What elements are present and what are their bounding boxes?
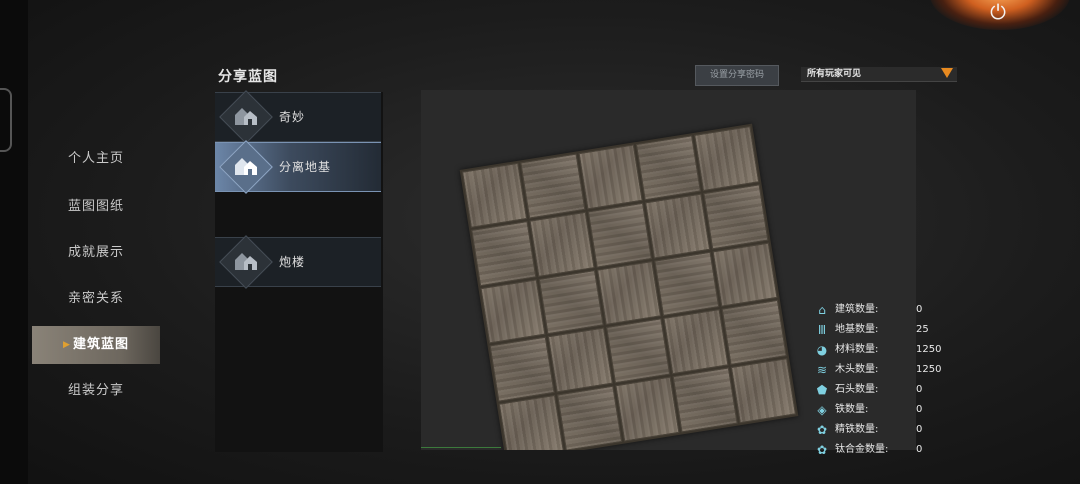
foundation-tile [731,358,797,424]
nav-item-blueprints[interactable]: 蓝图图纸 [32,188,160,226]
stat-label: 石头数量: [835,384,879,395]
power-icon[interactable]: ⏻ [985,0,1011,26]
stat-value: 0 [916,404,923,415]
iron-icon: ◈ [817,403,827,417]
house-icon [235,253,257,270]
foundation-tile [663,309,729,375]
stat-label: 材料数量: [835,344,879,355]
stone-icon: ⬟ [816,383,828,397]
stat-label: 木头数量: [835,364,879,375]
foundation-tile [654,251,720,317]
foundation-tile [578,144,644,210]
foundation-tile [605,318,671,384]
nav-item-building-blueprint[interactable]: 建筑蓝图 [32,326,160,364]
nav-item-relations[interactable]: 亲密关系 [32,280,160,318]
stat-row: ≋ 木头数量: 1250 [815,362,955,378]
stat-row: ◕ 材料数量: 1250 [815,342,955,358]
visibility-value: 所有玩家可见 [807,69,862,79]
stat-row: ✿ 精铁数量: 0 [815,422,955,438]
foundation-tile [645,193,711,259]
titanium-icon: ✿ [816,443,828,457]
building-icon: ⌂ [818,303,826,317]
left-edge-strip [0,0,28,484]
stat-row: ✿ 钛合金数量: 0 [815,442,955,458]
foundation-tile [636,135,702,201]
stat-label: 地基数量: [835,324,879,335]
foundation-tile [489,336,555,402]
set-share-code-button[interactable]: 设置分享密码 [695,65,779,86]
stat-label: 精铁数量: [835,424,879,435]
nav-item-profile[interactable]: 个人主页 [32,140,160,178]
foundation-tile [587,202,653,268]
foundation-tile [529,211,595,277]
stat-value: 0 [916,304,923,315]
blueprint-icon [215,90,277,144]
stat-label: 钛合金数量: [835,444,889,455]
foundation-tile [703,184,769,250]
foundation-tile [480,278,546,344]
blueprint-icon [215,235,277,289]
wood-icon: ≋ [816,363,828,377]
stat-row: ◈ 铁数量: 0 [815,402,955,418]
visibility-select[interactable]: 所有玩家可见 [801,67,957,82]
house-icon [235,108,257,125]
stat-row: ⬟ 石头数量: 0 [815,382,955,398]
stat-value: 1250 [916,344,942,355]
foundation-tile [721,300,787,366]
foundation-tile [538,269,604,335]
stat-value: 0 [916,424,923,435]
foundation-tile [614,376,680,442]
stat-row: Ⅲ 地基数量: 25 [815,322,955,338]
foundation-tile [596,260,662,326]
refined-iron-icon: ✿ [816,423,828,437]
foundation-tile [471,220,537,286]
stat-value: 1250 [916,364,942,375]
foundation-tile [547,327,613,393]
foundation-tile [461,162,527,228]
nav-item-achievements[interactable]: 成就展示 [32,234,160,272]
blueprint-label: 奇妙 [279,110,306,124]
stat-value: 0 [916,384,923,395]
foundation-tile [498,395,564,450]
blueprint-label: 分离地基 [279,160,332,174]
foundation-tile [712,242,778,308]
blueprint-item[interactable]: 炮楼 [215,235,381,289]
stat-label: 建筑数量: [835,304,879,315]
foundation-tile [556,385,622,450]
collapse-tab[interactable] [0,88,12,152]
blueprint-icon [215,140,277,194]
blueprint-label: 炮楼 [279,255,306,269]
page-title: 分享蓝图 [218,69,278,85]
foundation-tile [672,367,738,433]
stat-value: 0 [916,444,923,455]
material-icon: ◕ [816,343,828,357]
foundation-tile [694,125,760,191]
stat-value: 25 [916,324,929,335]
blueprint-list: 奇妙 分离地基 炮楼 [215,90,383,452]
stat-row: ⌂ 建筑数量: 0 [815,302,955,318]
foundation-icon: Ⅲ [817,323,827,337]
blueprint-item-selected[interactable]: 分离地基 [215,140,381,194]
ground-line [421,447,501,448]
foundation-grid [459,123,799,450]
house-icon [235,158,257,175]
stat-label: 铁数量: [835,404,869,415]
foundation-tile [520,153,586,219]
nav-item-assembly-share[interactable]: 组装分享 [32,372,160,410]
dropdown-arrow-icon[interactable] [941,68,953,78]
blueprint-item[interactable]: 奇妙 [215,90,381,144]
